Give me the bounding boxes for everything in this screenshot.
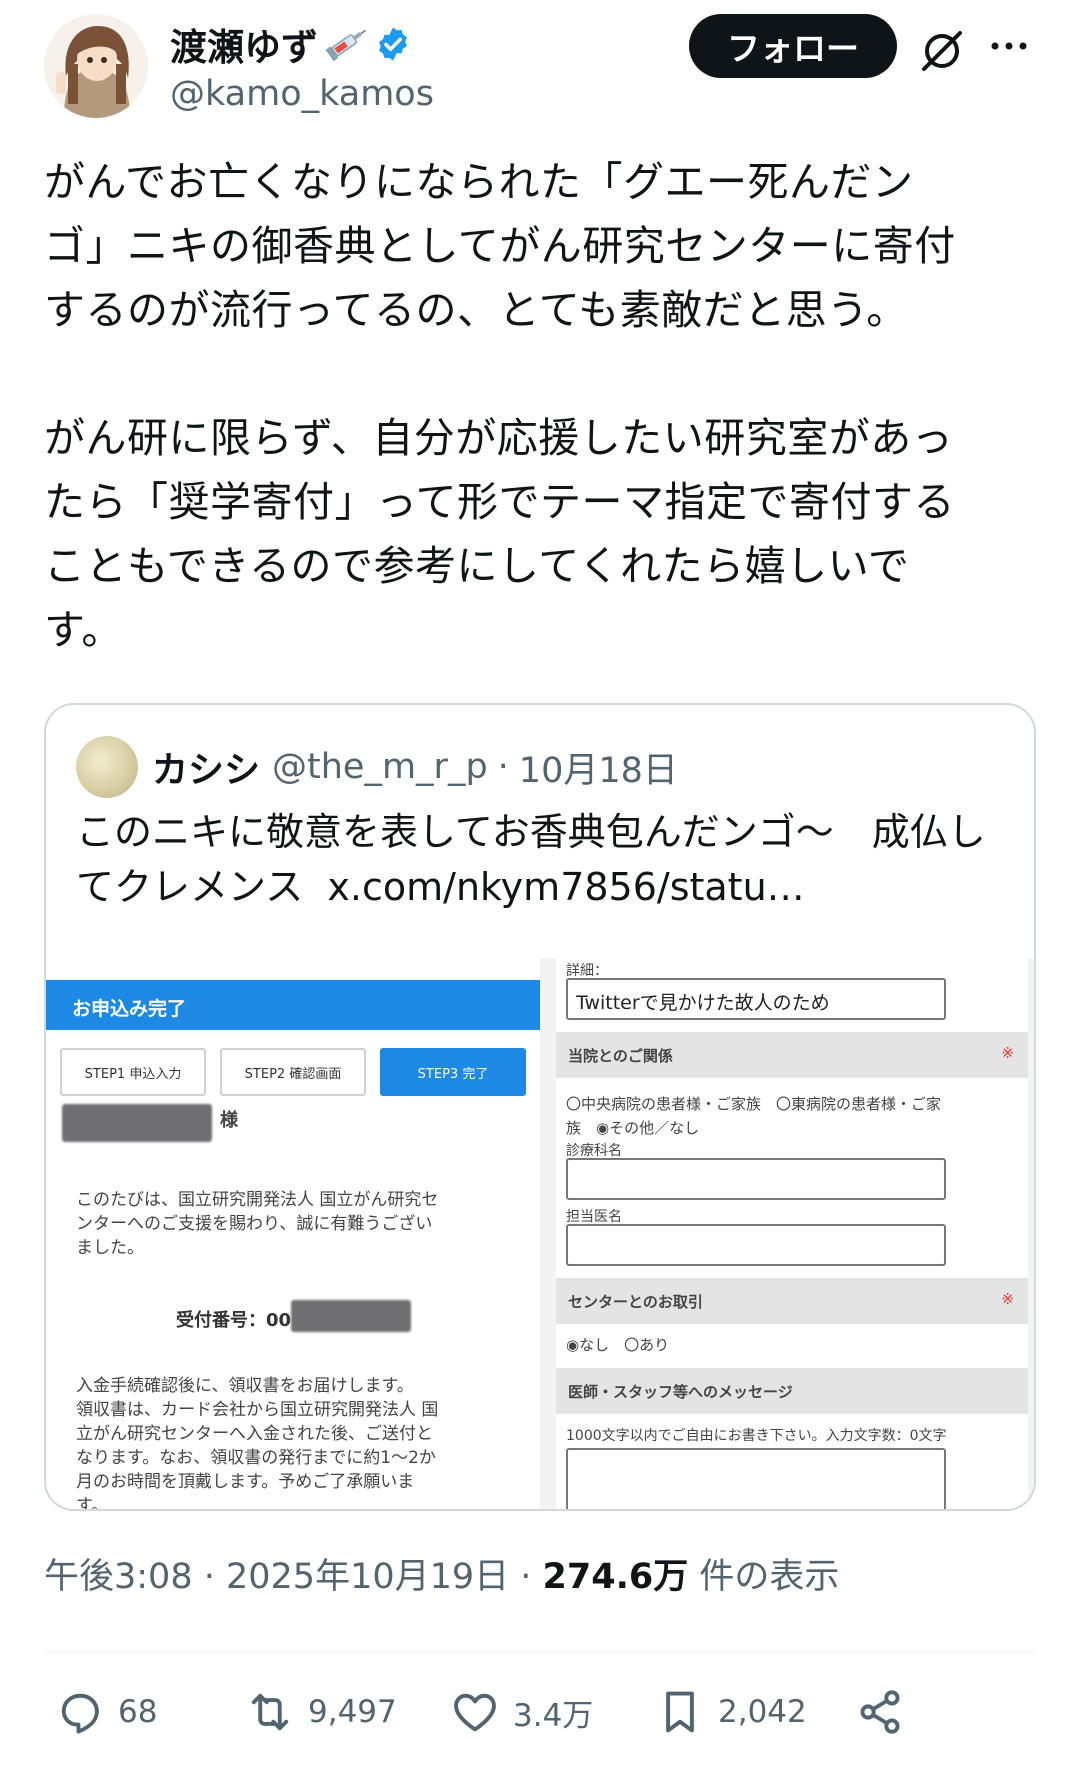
quote-header: カシシ @the_m_r_p · 10月18日 [76, 735, 678, 799]
redacted-name [62, 1104, 212, 1142]
quote-author-avatar[interactable] [76, 736, 138, 798]
meta-separator: · [192, 1557, 226, 1597]
message-title: 医師・スタッフ等へのメッセージ [568, 1383, 793, 1401]
step-3: STEP3 完了 [380, 1048, 526, 1096]
tweet-header: 渡瀬ゆず @kamo_kamos フォロー [44, 14, 1044, 124]
step-indicator: STEP1 申込入力 STEP2 確認画面 STEP3 完了 [60, 1048, 526, 1096]
more-options-icon[interactable] [989, 36, 1029, 56]
grok-icon[interactable] [919, 28, 965, 74]
quote-date[interactable]: 10月18日 [519, 742, 678, 793]
meta-separator-2: · [509, 1557, 543, 1597]
step-1: STEP1 申込入力 [60, 1048, 206, 1096]
author-names: 渡瀬ゆず @kamo_kamos [170, 20, 434, 114]
tweet-text: がんでお亡くなりになられた「グエー死んだン ゴ」ニキの御香典としてがん研究センタ… [44, 158, 956, 654]
author-display-name[interactable]: 渡瀬ゆず [170, 20, 434, 69]
repost-count: 9,497 [308, 1694, 397, 1730]
verified-badge-icon [379, 27, 407, 61]
quote-author-handle[interactable]: @the_m_r_p [272, 747, 488, 787]
tweet-date[interactable]: 2025年10月19日 [226, 1557, 509, 1597]
author-avatar[interactable] [44, 14, 148, 118]
view-count[interactable]: 274.6万 [543, 1557, 689, 1597]
view-count-label: 件の表示 [688, 1557, 840, 1597]
department-label: 診療科名 [566, 1143, 622, 1159]
redacted-receipt-number [291, 1300, 411, 1332]
action-bar: 68 9,497 3.4万 2,042 [44, 1680, 1036, 1744]
repost-icon [251, 1693, 289, 1731]
message-hint: 1000文字以内でご自由にお書き下さい。入力文字数：0文字 [566, 1428, 947, 1444]
bookmark-count: 2,042 [718, 1694, 807, 1730]
relation-title: 当院とのご関係 [568, 1047, 673, 1065]
syringe-emoji-icon [325, 29, 367, 62]
quote-text: このニキに敬意を表してお香典包んだンゴ〜 成仏し てクレメンス x.com/nk… [76, 805, 1016, 915]
bookmark-button[interactable]: 2,042 [654, 1680, 807, 1744]
doctor-field [566, 1224, 946, 1266]
center-options: ◉なし 〇あり [566, 1336, 670, 1354]
reply-icon [61, 1693, 99, 1734]
receipt-number-label: 受付番号：00 [176, 1310, 292, 1331]
doctor-label: 担当医名 [566, 1209, 622, 1225]
detail-label: 詳細： [566, 963, 608, 979]
share-button[interactable] [854, 1680, 906, 1744]
follow-button[interactable]: フォロー [689, 14, 897, 78]
detail-field: Twitterで見かけた故人のため [566, 978, 946, 1020]
tweet-time[interactable]: 午後3:08 [44, 1557, 193, 1597]
like-count: 3.4万 [513, 1697, 594, 1734]
relation-options: 〇中央病院の患者様・ご家族 〇東病院の患者様・ご家 族 ◉その他／なし [566, 1095, 942, 1137]
author-handle[interactable]: @kamo_kamos [170, 74, 434, 114]
divider [44, 1652, 1036, 1653]
department-field [566, 1158, 946, 1200]
message-section: 医師・スタッフ等へのメッセージ [556, 1368, 1028, 1414]
honorific-label: 様 [220, 1110, 238, 1131]
like-button[interactable]: 3.4万 [449, 1680, 593, 1744]
required-mark: ※ [1001, 1044, 1014, 1062]
tweet-meta: 午後3:08 · 2025年10月19日 · 274.6万 件の表示 [44, 1548, 839, 1599]
center-section: センターとのお取引 ※ [556, 1278, 1028, 1324]
quote-image[interactable]: お申込み完了 STEP1 申込入力 STEP2 確認画面 STEP3 完了 様 … [46, 958, 1034, 1511]
share-icon [860, 1690, 900, 1734]
completion-header: お申込み完了 [46, 980, 540, 1030]
thanks-message: このたびは、国立研究開発法人 国立がん研究セ ンターへのご支援を賜わり、誠に有難… [76, 1190, 439, 1258]
reply-button[interactable]: 68 [54, 1680, 157, 1744]
screenshot-left-panel: お申込み完了 STEP1 申込入力 STEP2 確認画面 STEP3 完了 様 … [46, 958, 540, 1511]
screenshot-right-panel: 詳細： Twitterで見かけた故人のため 当院とのご関係 ※ 〇中央病院の患者… [556, 958, 1028, 1509]
repost-button[interactable]: 9,497 [244, 1680, 397, 1744]
required-mark-2: ※ [1001, 1290, 1014, 1308]
receipt-notice: 入金手続確認後に、領収書をお届けします。 領収書は、カード会社から国立研究開発法… [76, 1376, 439, 1511]
step-2: STEP2 確認画面 [220, 1048, 366, 1096]
quote-author-name[interactable]: カシシ [152, 741, 260, 793]
bookmark-icon [666, 1691, 694, 1733]
relation-section: 当院とのご関係 ※ [556, 1032, 1028, 1078]
heart-icon [454, 1693, 496, 1732]
center-title: センターとのお取引 [568, 1293, 703, 1311]
quote-separator: · [497, 747, 509, 787]
message-field [566, 1448, 946, 1509]
quote-link[interactable]: x.com/nkym7856/statu… [327, 865, 804, 909]
quote-tweet-card[interactable]: カシシ @the_m_r_p · 10月18日 このニキに敬意を表してお香典包ん… [44, 703, 1036, 1511]
reply-count: 68 [118, 1694, 158, 1730]
